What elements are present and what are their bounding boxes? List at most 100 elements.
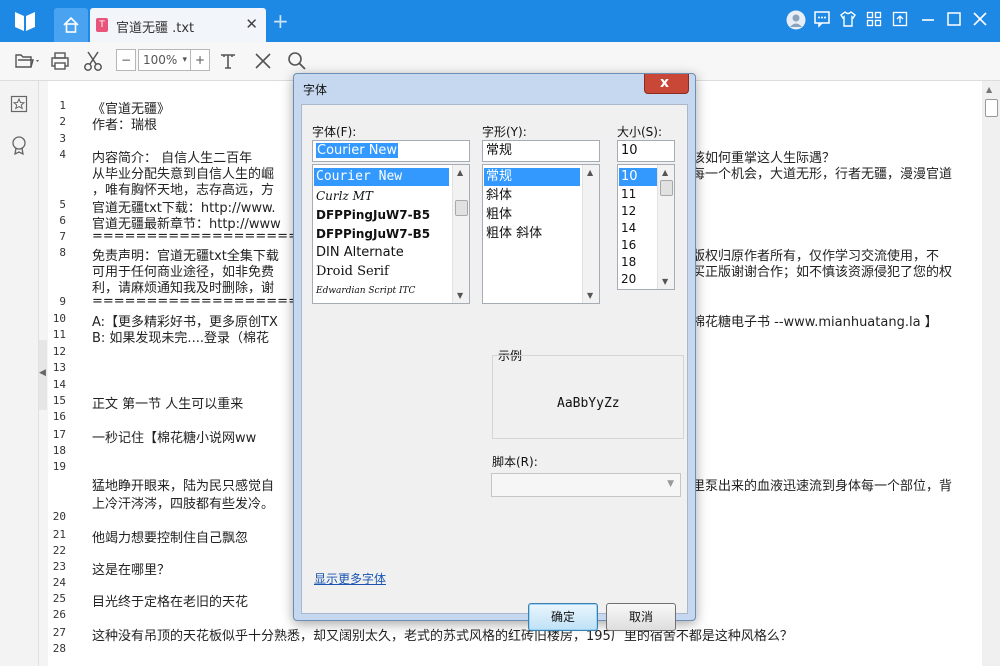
title-bar: T 官道无疆 .txt ✕ + (0, 0, 1000, 42)
zoom-in-button[interactable]: + (190, 49, 210, 71)
bookmark-star-icon[interactable] (10, 95, 28, 117)
document-tab-title: 官道无疆 .txt (116, 21, 195, 36)
scroll-down-icon[interactable]: ▼ (587, 291, 593, 300)
style-list-scrollbar[interactable]: ▲ ▼ (582, 165, 599, 303)
scroll-up-icon[interactable]: ▲ (986, 85, 992, 94)
line-number: 9 (59, 295, 66, 308)
cancel-button[interactable]: 取消 (606, 603, 676, 631)
document-text-fragment: 每一个机会，大道无形，行者无疆，漫漫官道 (692, 167, 953, 182)
font-list-item[interactable]: Droid Serif (314, 263, 389, 281)
font-name-list[interactable]: Courier New Curlz MT DFPPingJuW7-B5 DFPP… (312, 164, 470, 304)
font-list-item[interactable]: DIN Alternate (314, 244, 404, 262)
font-list-scrollbar[interactable]: ▲ ▼ (452, 165, 469, 303)
document-text-line: 这是在哪里？ (92, 563, 171, 578)
open-folder-icon[interactable] (14, 51, 40, 73)
line-number: 15 (52, 394, 66, 407)
line-number: 20 (52, 510, 66, 523)
font-list-item[interactable]: Curlz MT (314, 187, 373, 205)
scroll-up-icon[interactable]: ▲ (662, 168, 668, 177)
font-list-item[interactable]: Edwardian Script ITC (314, 282, 415, 300)
document-tab[interactable]: T 官道无疆 .txt ✕ (90, 8, 266, 42)
document-text-line: 一秒记住【棉花糖小说网ww (92, 431, 257, 446)
size-list-item[interactable]: 12 (619, 202, 636, 220)
style-label: 字形(Y): (482, 125, 527, 139)
document-text-line: 目光终于定格在老旧的天花 (92, 595, 249, 610)
font-style-list[interactable]: 常规 斜体 粗体 粗体 斜体 ▲ ▼ (482, 164, 600, 304)
font-list-item[interactable]: DFPPingJuW7-B5 (314, 225, 430, 243)
minimize-icon[interactable] (920, 10, 936, 32)
line-number: 14 (52, 378, 66, 391)
line-number: 12 (52, 345, 66, 358)
font-name-value: Courier New (316, 143, 399, 158)
script-label: 脚本(R): (492, 455, 538, 469)
size-list-item[interactable]: 10 (619, 168, 657, 186)
font-size-list[interactable]: 10 11 12 14 16 18 20 ▲ ▼ (617, 164, 675, 290)
scroll-up-icon[interactable]: ▲ (587, 168, 593, 177)
line-number: 18 (52, 444, 66, 457)
style-list-item[interactable]: 斜体 (484, 187, 512, 205)
font-list-item[interactable]: Courier New (314, 168, 449, 186)
font-name-input[interactable]: Courier New (312, 140, 470, 162)
style-list-item[interactable]: 常规 (484, 168, 580, 186)
script-select[interactable]: ▼ (491, 473, 681, 497)
scroll-down-icon[interactable]: ▼ (457, 291, 463, 300)
maximize-icon[interactable] (946, 10, 962, 32)
style-list-item[interactable]: 粗体 (484, 206, 512, 224)
size-list-item[interactable]: 14 (619, 219, 636, 237)
home-tab[interactable] (54, 8, 88, 42)
size-list-item[interactable]: 20 (619, 270, 636, 288)
size-list-item[interactable]: 18 (619, 253, 636, 271)
scrollbar-thumb[interactable] (985, 99, 998, 117)
document-text-line: 正文 第一节 人生可以重来 (92, 397, 244, 412)
font-style-input[interactable]: 常规 (482, 140, 600, 162)
scrollbar-thumb[interactable] (660, 180, 673, 196)
user-avatar-icon[interactable] (786, 10, 806, 32)
chevron-left-icon: ◀ (39, 368, 46, 378)
scrollbar-thumb[interactable] (455, 200, 468, 216)
line-number: 16 (52, 410, 66, 423)
scroll-up-icon[interactable]: ▲ (457, 168, 463, 177)
size-list-item[interactable]: 11 (619, 185, 636, 203)
close-window-icon[interactable] (972, 10, 988, 32)
cut-scissors-icon[interactable] (82, 50, 104, 72)
size-list-item[interactable]: 16 (619, 236, 636, 254)
zoom-out-button[interactable]: − (116, 49, 136, 71)
document-scrollbar[interactable]: ▲ (982, 81, 1000, 666)
line-number: 22 (52, 544, 66, 557)
message-icon[interactable] (814, 10, 830, 32)
search-icon[interactable] (287, 50, 307, 72)
line-number: 1 (59, 99, 66, 112)
font-text-icon[interactable] (219, 51, 237, 73)
restore-window-icon[interactable] (892, 10, 908, 32)
line-number: 10 (52, 312, 66, 325)
print-icon[interactable] (50, 51, 70, 73)
sidebar-collapse-handle[interactable]: ◀ (39, 340, 47, 410)
document-text-line: 猛地睁开眼来，陆为民只感觉自 (92, 479, 275, 494)
zoom-level-select[interactable]: 100% ▾ (138, 49, 192, 71)
notes-pin-icon[interactable] (10, 135, 28, 159)
show-more-fonts-link[interactable]: 显示更多字体 (314, 570, 386, 587)
style-list-item[interactable]: 粗体 斜体 (484, 225, 542, 243)
font-list-item[interactable]: DFPPingJuW7-B5 (314, 206, 430, 224)
skin-shirt-icon[interactable] (840, 10, 856, 32)
line-number: 17 (52, 428, 66, 441)
scroll-down-icon[interactable]: ▼ (662, 277, 668, 286)
ok-button[interactable]: 确定 (528, 603, 598, 631)
size-list-scrollbar[interactable]: ▲ ▼ (657, 165, 674, 289)
dialog-close-button[interactable]: x (644, 74, 689, 94)
new-tab-button[interactable]: + (272, 11, 289, 31)
close-tab-icon[interactable]: ✕ (245, 15, 258, 33)
font-dialog: 字体 x 字体(F): 字形(Y): 大小(S): Courier New 常规… (293, 73, 696, 631)
line-number: 6 (59, 214, 66, 227)
line-number: 21 (52, 528, 66, 541)
line-number: 11 (52, 328, 66, 341)
chevron-down-icon: ▼ (667, 479, 674, 489)
fullscreen-cross-icon[interactable] (254, 51, 272, 73)
apps-grid-icon[interactable] (866, 10, 882, 32)
app-logo-icon (15, 12, 35, 31)
close-icon: x (660, 75, 670, 91)
txt-file-icon: T (96, 18, 108, 32)
line-number: 2 (59, 115, 66, 128)
font-size-input[interactable]: 10 (617, 140, 675, 162)
document-text-fragment: 里泵出来的血液迅速流到身体每一个部位，背 (692, 479, 953, 494)
